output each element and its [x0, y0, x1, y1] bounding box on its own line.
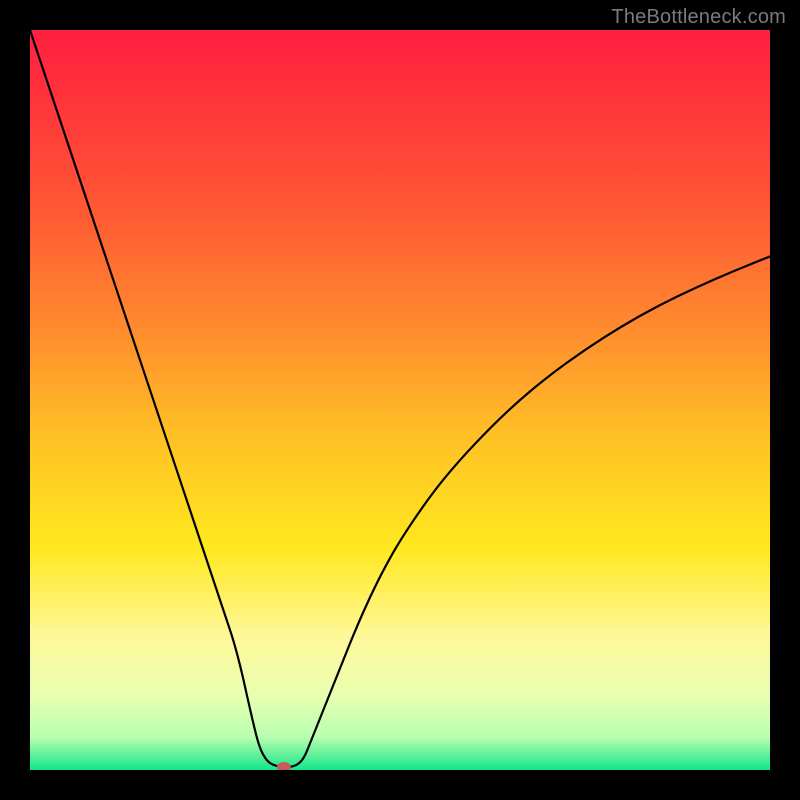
chart-svg: [30, 30, 770, 770]
watermark-text: TheBottleneck.com: [611, 6, 786, 29]
plot-area: [30, 30, 770, 770]
chart-frame: TheBottleneck.com: [0, 0, 800, 800]
gradient-background: [30, 30, 770, 770]
